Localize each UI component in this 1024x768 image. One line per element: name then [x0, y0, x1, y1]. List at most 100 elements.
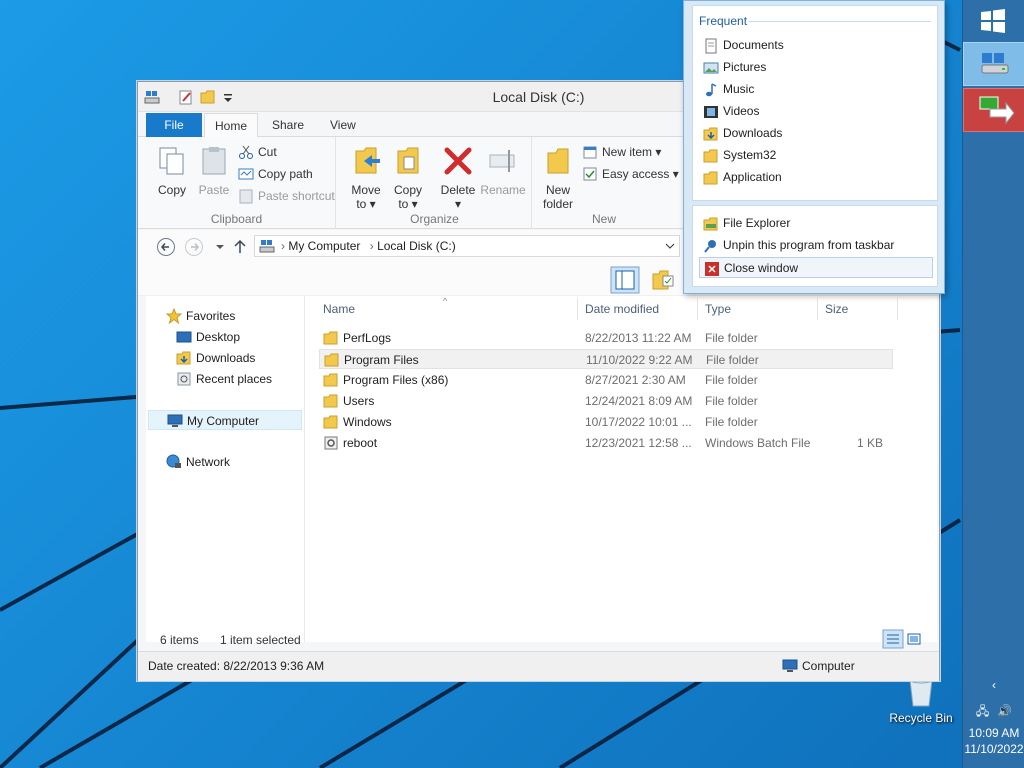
copy-to-button[interactable]: Copy to ▾	[388, 145, 428, 211]
copy-button[interactable]: Copy	[154, 145, 190, 197]
jump-item-system32[interactable]: System32	[699, 145, 933, 166]
location-label: Computer	[802, 659, 855, 673]
file-explorer-icon	[703, 217, 718, 231]
paste-shortcut-button[interactable]: Paste shortcut	[238, 186, 335, 206]
cut-button[interactable]: Cut	[238, 142, 277, 162]
nav-desktop[interactable]: Desktop	[176, 327, 240, 347]
move-to-icon	[355, 147, 380, 174]
pictures-icon	[703, 62, 719, 74]
folder-icon	[323, 415, 338, 429]
folder-icon	[323, 331, 338, 345]
nav-favorites[interactable]: Favorites	[166, 306, 235, 326]
file-type: File folder	[705, 373, 758, 387]
column-divider[interactable]	[697, 298, 698, 320]
new-folder-button[interactable]: New folder	[538, 145, 578, 211]
tab-share[interactable]: Share	[262, 113, 314, 137]
nav-my-computer[interactable]: My Computer	[148, 410, 302, 430]
computer-icon	[782, 659, 798, 672]
breadcrumb-separator-icon[interactable]: ›	[370, 239, 374, 253]
nav-downloads-label: Downloads	[196, 351, 256, 365]
taskbar-file-explorer[interactable]	[963, 42, 1024, 86]
breadcrumb-separator-icon[interactable]: ›	[281, 239, 285, 253]
file-name: Program Files (x86)	[343, 373, 449, 387]
task-label: Unpin this program from taskbar	[723, 238, 895, 252]
task-unpin[interactable]: Unpin this program from taskbar	[699, 235, 933, 256]
jump-item-documents[interactable]: Documents	[699, 35, 933, 56]
address-bar[interactable]: › My Computer › Local Disk (C:)	[254, 235, 680, 257]
delete-button[interactable]: Delete ▾	[438, 145, 478, 211]
large-icons-view-icon[interactable]	[906, 631, 922, 647]
folder-icon	[703, 171, 718, 185]
task-file-explorer[interactable]: File Explorer	[699, 213, 933, 234]
column-divider[interactable]	[897, 298, 898, 320]
status-bar: 6 items 1 item selected	[146, 629, 926, 651]
jump-item-application[interactable]: Application	[699, 167, 933, 188]
new-group-label: New	[591, 212, 616, 226]
tab-file[interactable]: File	[146, 113, 202, 137]
start-button[interactable]	[979, 8, 1007, 34]
file-type: Windows Batch File	[705, 436, 811, 450]
recent-locations-chevron-icon[interactable]	[210, 237, 230, 257]
file-date: 12/24/2021 8:09 AM	[585, 394, 693, 408]
jump-item-label: Documents	[723, 38, 784, 52]
column-header-type[interactable]: Type	[705, 302, 731, 316]
breadcrumb-local-disk[interactable]: Local Disk (C:)	[377, 239, 456, 253]
column-divider[interactable]	[577, 298, 578, 320]
network-icon[interactable]: 🖧	[976, 704, 989, 718]
back-icon[interactable]	[156, 237, 176, 257]
close-icon	[705, 262, 719, 276]
column-divider[interactable]	[817, 298, 818, 320]
file-row[interactable]: PerfLogs 8/22/2013 11:22 AM File folder	[319, 328, 893, 348]
file-row-selected[interactable]: Program Files 11/10/2022 9:22 AM File fo…	[319, 349, 893, 369]
forward-icon[interactable]	[184, 237, 204, 257]
delete-dropdown[interactable]: ▾	[438, 197, 478, 211]
file-date: 8/27/2021 2:30 AM	[585, 373, 686, 387]
file-row[interactable]: Windows 10/17/2022 10:01 ... File folder	[319, 412, 893, 432]
file-row[interactable]: reboot 12/23/2021 12:58 ... Windows Batc…	[319, 433, 893, 453]
tray-overflow-chevron[interactable]: ‹	[963, 678, 1024, 692]
jump-item-pictures[interactable]: Pictures	[699, 57, 933, 78]
nav-recent-places[interactable]: Recent places	[176, 369, 272, 389]
paste-button[interactable]: Paste	[196, 145, 232, 197]
move-to-button[interactable]: Move to ▾	[346, 145, 386, 211]
new-folder-label-2: folder	[542, 197, 574, 211]
nav-network[interactable]: Network	[166, 452, 230, 472]
scissors-icon	[239, 145, 253, 159]
breadcrumb-my-computer[interactable]: My Computer	[288, 239, 360, 253]
details-pane-icon[interactable]	[650, 268, 674, 292]
file-row[interactable]: Program Files (x86) 8/27/2021 2:30 AM Fi…	[319, 370, 893, 390]
network-globe-icon	[166, 454, 181, 468]
column-header-size[interactable]: Size	[825, 302, 848, 316]
folder-icon	[323, 373, 338, 387]
date-created: Date created: 8/22/2013 9:36 AM	[148, 659, 325, 673]
film-icon	[704, 106, 718, 118]
jump-item-videos[interactable]: Videos	[699, 101, 933, 122]
column-header-name[interactable]: Name	[323, 302, 355, 316]
tray-clock[interactable]: 10:09 AM 11/10/2022	[963, 726, 1024, 756]
address-dropdown-icon[interactable]	[665, 242, 675, 250]
up-arrow-icon[interactable]	[230, 237, 250, 257]
rename-icon	[489, 150, 515, 172]
recycle-bin[interactable]: Recycle Bin	[886, 676, 956, 725]
file-row[interactable]: Users 12/24/2021 8:09 AM File folder	[319, 391, 893, 411]
clipboard-group: Copy Paste Cut Copy path Paste shortcut …	[138, 137, 336, 229]
details-view-icon[interactable]	[882, 629, 904, 649]
tab-view[interactable]: View	[320, 113, 366, 137]
column-header-date-modified[interactable]: Date modified	[585, 302, 659, 316]
easy-access-button[interactable]: Easy access ▾	[582, 164, 679, 184]
jump-item-downloads[interactable]: Downloads	[699, 123, 933, 144]
windows-logo-icon	[981, 9, 1005, 33]
tab-home[interactable]: Home	[204, 113, 259, 138]
copy-path-button[interactable]: Copy path	[238, 164, 313, 184]
taskbar-remote-app[interactable]	[963, 88, 1024, 132]
preview-pane-icon[interactable]	[610, 266, 640, 294]
jump-item-label: Application	[723, 170, 782, 184]
new-item-button[interactable]: New item ▾	[582, 142, 661, 162]
remote-desktop-icon	[979, 96, 1015, 125]
nav-downloads[interactable]: Downloads	[176, 348, 255, 368]
volume-icon[interactable]: 🔊	[997, 704, 1012, 718]
task-close-window[interactable]: Close window	[699, 257, 933, 278]
rename-button[interactable]: Rename	[480, 145, 526, 197]
jump-item-music[interactable]: Music	[699, 79, 933, 100]
file-date: 12/23/2021 12:58 ...	[585, 436, 692, 450]
